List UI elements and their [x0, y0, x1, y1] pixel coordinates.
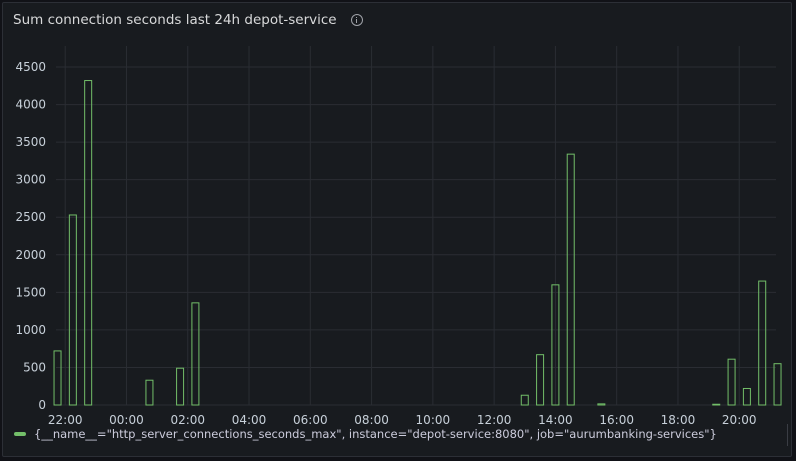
bar: [520, 394, 529, 406]
x-tick-label: 20:00: [722, 413, 757, 427]
y-tick-label: 0: [38, 398, 46, 412]
bar: [758, 280, 767, 406]
y-tick-label: 1500: [15, 285, 46, 299]
y-tick-label: 2000: [15, 248, 46, 262]
legend: {__name__="http_server_connections_secon…: [14, 427, 717, 441]
x-tick-label: 12:00: [477, 413, 512, 427]
legend-series-label[interactable]: {__name__="http_server_connections_secon…: [34, 427, 717, 441]
bar: [191, 302, 200, 406]
bar: [536, 354, 545, 406]
bar: [712, 403, 721, 406]
bar: [727, 358, 736, 406]
y-tick-label: 2500: [15, 210, 46, 224]
bar: [53, 350, 62, 406]
x-tick-label: 06:00: [293, 413, 328, 427]
y-tick-label: 1000: [15, 323, 46, 337]
x-tick-label: 14:00: [538, 413, 573, 427]
x-tick-label: 04:00: [232, 413, 267, 427]
time-series-chart: 0 500 1000 1500 2000 2500 3000 3500 4000 4500 22:0…: [15, 46, 782, 427]
bar: [84, 80, 93, 406]
y-tick-label: 3500: [15, 135, 46, 149]
bar: [742, 387, 751, 406]
bar: [176, 367, 185, 406]
x-tick-label: 10:00: [416, 413, 451, 427]
y-tick-label: 500: [23, 360, 46, 374]
x-tick-label: 22:00: [48, 413, 83, 427]
legend-scrollbar[interactable]: [787, 424, 788, 446]
x-tick-label: 08:00: [354, 413, 389, 427]
bar: [773, 363, 782, 406]
bar: [68, 214, 77, 406]
bar: [597, 403, 606, 406]
x-tick-label: 16:00: [599, 413, 634, 427]
y-tick-label: 4000: [15, 98, 46, 112]
legend-swatch[interactable]: [14, 432, 26, 436]
y-tick-label: 3000: [15, 173, 46, 187]
bar: [145, 379, 154, 406]
x-tick-label: 00:00: [109, 413, 144, 427]
x-tick-label: 18:00: [661, 413, 696, 427]
y-tick-label: 4500: [15, 60, 46, 74]
x-tick-label: 02:00: [170, 413, 205, 427]
